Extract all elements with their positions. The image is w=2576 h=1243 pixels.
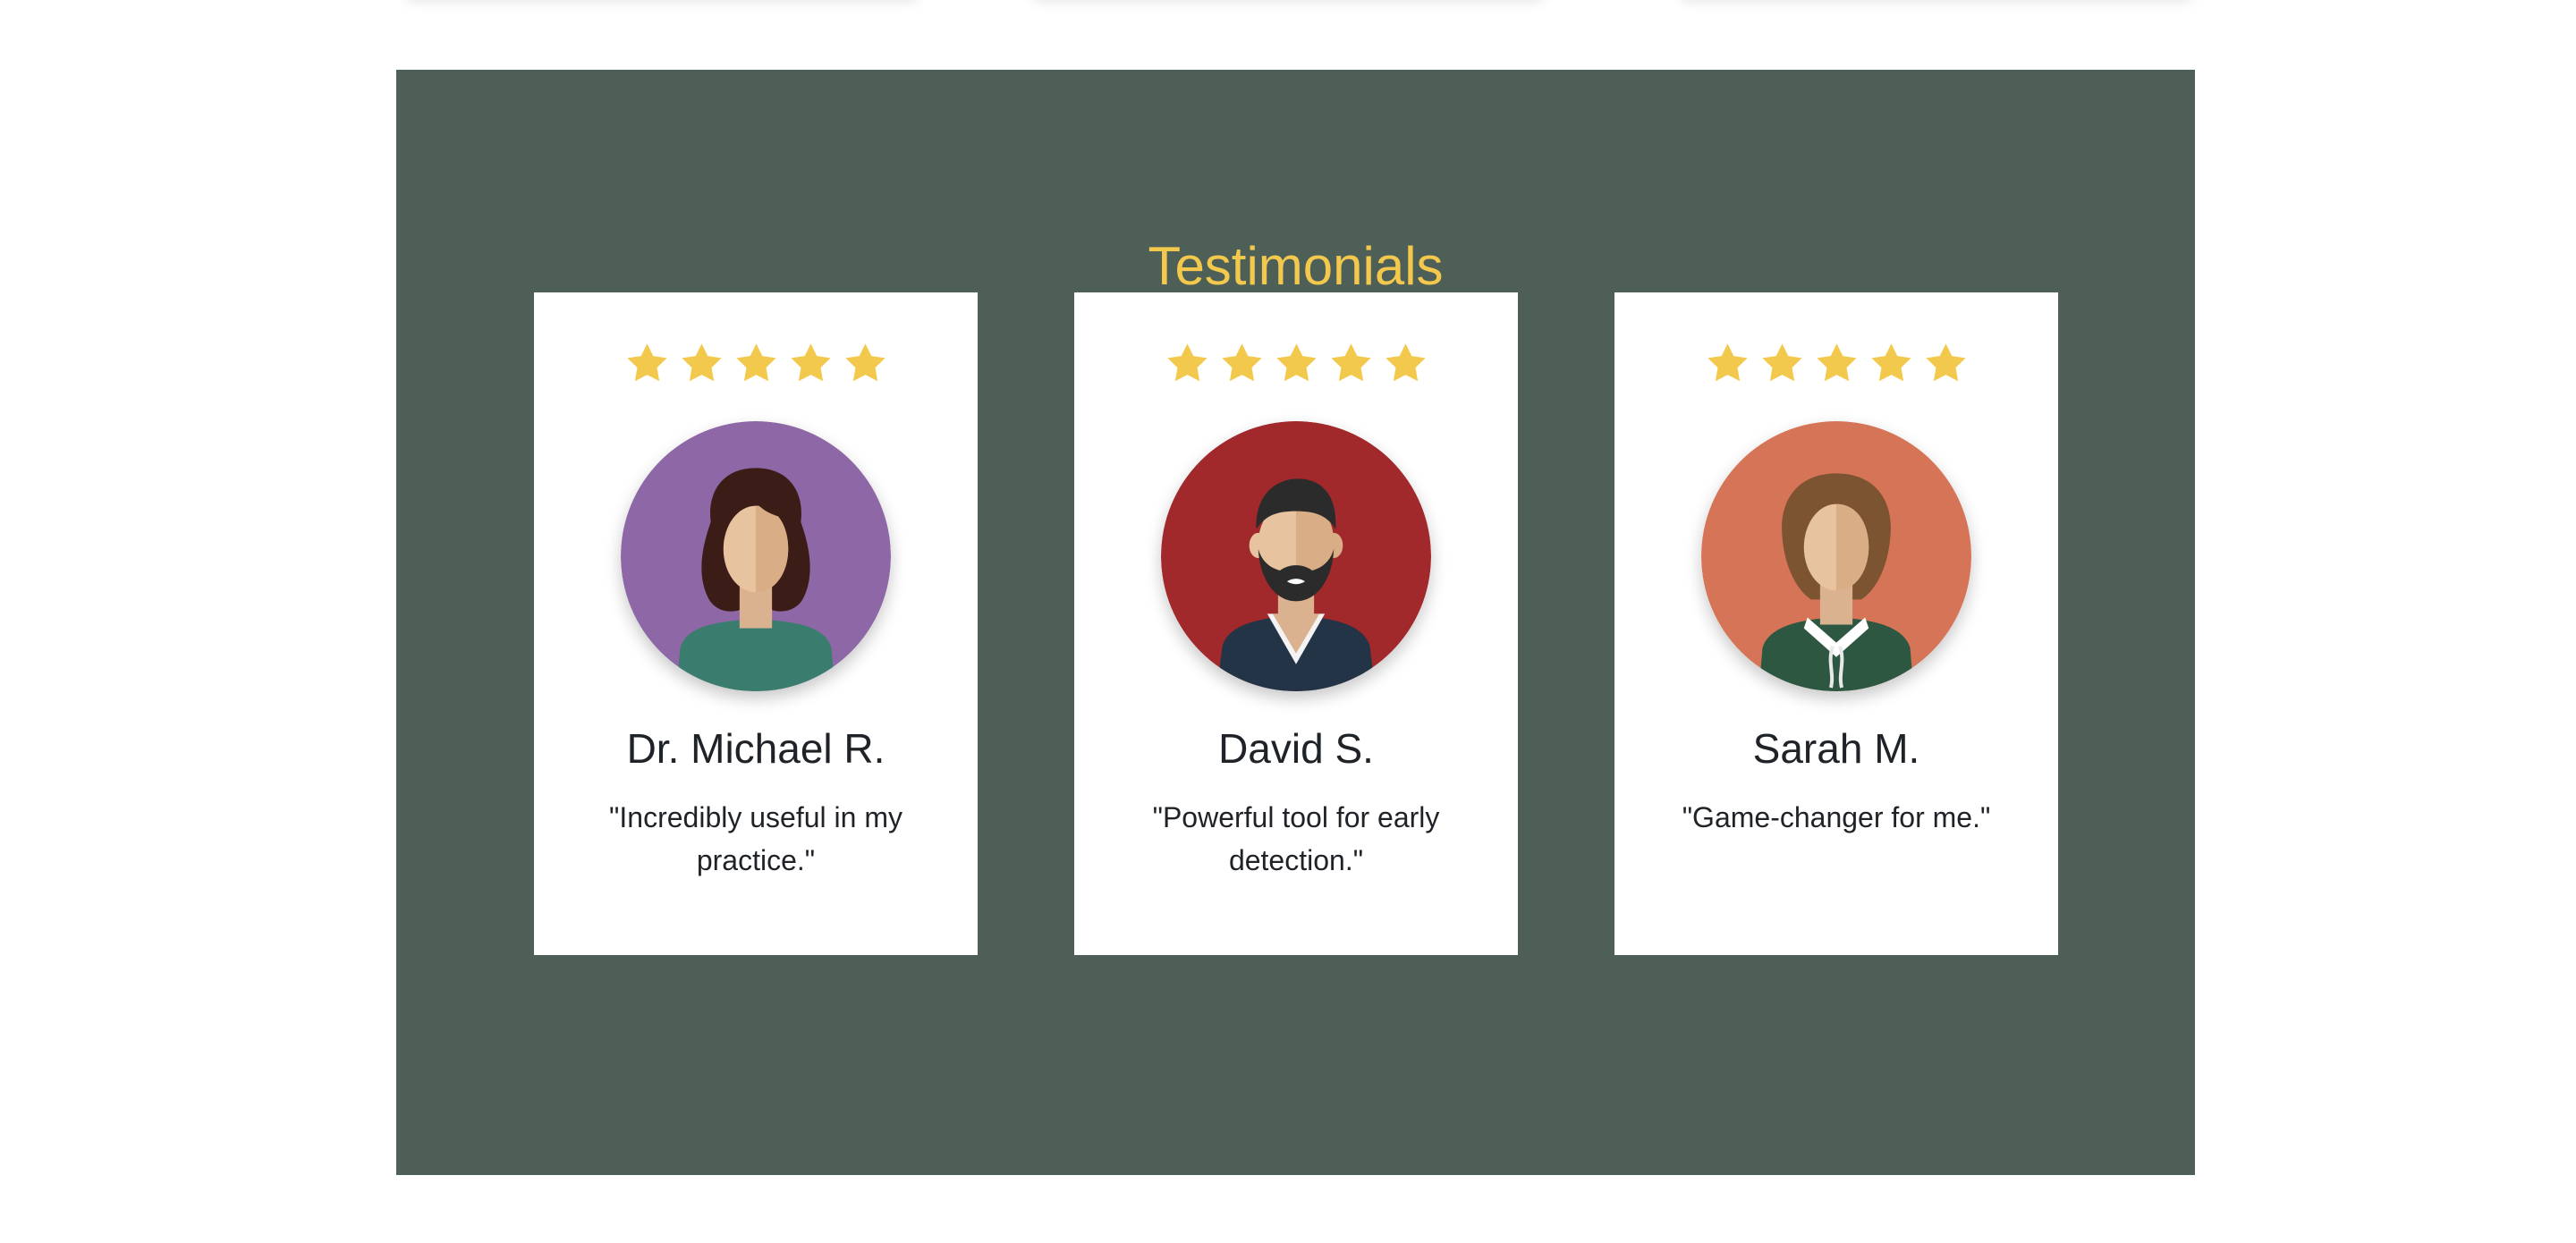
testimonial-quote: "Powerful tool for early detection." xyxy=(1152,801,1440,876)
testimonial-card: David S. "Powerful tool for early detect… xyxy=(1074,292,1518,955)
star-icon xyxy=(626,343,667,382)
star-rating xyxy=(1074,341,1518,388)
star-icon xyxy=(1925,343,1966,382)
star-icon xyxy=(1707,343,1748,382)
testimonial-quote: "Game-changer for me." xyxy=(1682,801,1991,833)
star-icon xyxy=(790,343,831,382)
testimonial-card: Sarah M. "Game-changer for me." xyxy=(1614,292,2058,955)
woman-bob-hair-avatar-icon xyxy=(1701,421,1971,691)
avatar xyxy=(1161,421,1431,691)
star-icon xyxy=(1761,343,1802,382)
testimonials-section: Testimonials Dr. Michael R. "Incredibly … xyxy=(396,70,2195,1175)
avatar xyxy=(621,421,891,691)
bearded-man-avatar-icon xyxy=(1161,421,1431,691)
star-icon xyxy=(1385,343,1426,382)
section-title: Testimonials xyxy=(1148,236,1444,296)
star-icon xyxy=(1221,343,1262,382)
star-icon xyxy=(844,343,886,382)
star-icon xyxy=(735,343,776,382)
star-icon xyxy=(1870,343,1911,382)
avatar xyxy=(1701,421,1971,691)
testimonial-quote: "Incredibly useful in my practice." xyxy=(609,801,902,876)
testimonial-name: David S. xyxy=(1218,725,1374,772)
page: Testimonials Dr. Michael R. "Incredibly … xyxy=(0,0,2576,1243)
star-icon xyxy=(681,343,722,382)
star-icon xyxy=(1330,343,1371,382)
star-icon xyxy=(1166,343,1208,382)
testimonial-card: Dr. Michael R. "Incredibly useful in my … xyxy=(534,292,978,955)
star-icon xyxy=(1816,343,1857,382)
testimonial-name: Dr. Michael R. xyxy=(626,725,886,772)
woman-curly-hair-avatar-icon xyxy=(621,421,891,691)
star-rating xyxy=(534,341,978,388)
star-icon xyxy=(1275,343,1317,382)
star-rating xyxy=(1614,341,2058,388)
testimonial-name: Sarah M. xyxy=(1752,725,1920,772)
